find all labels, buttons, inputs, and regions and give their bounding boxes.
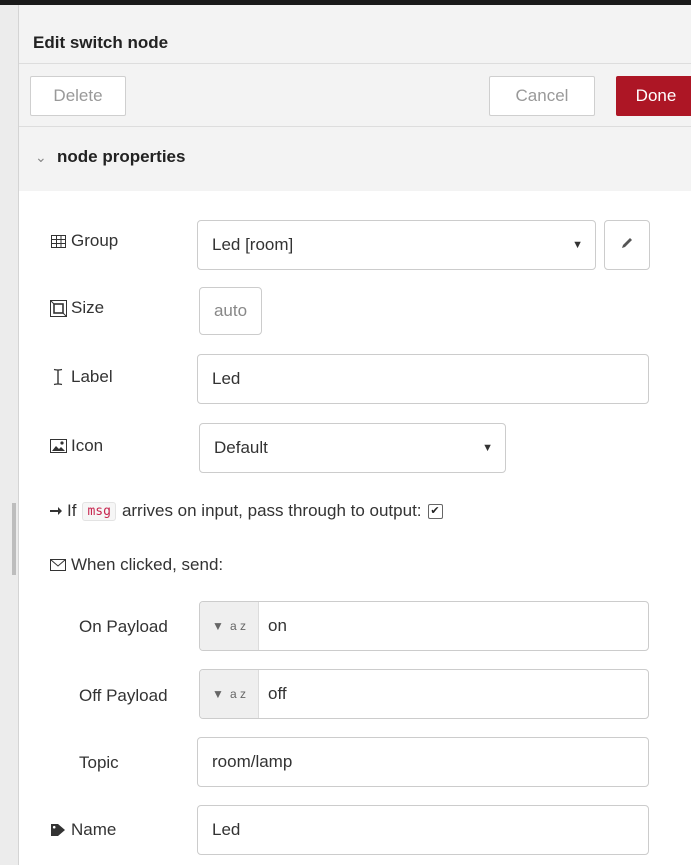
cancel-button[interactable]: Cancel — [489, 76, 595, 116]
edit-panel: Edit switch node Delete Cancel Done ⌄ no… — [19, 5, 691, 865]
arrow-right-icon — [49, 502, 63, 520]
caret-down-icon: ▼ — [212, 687, 224, 701]
edit-group-button[interactable] — [604, 220, 650, 270]
node-properties-section-header[interactable]: ⌄ node properties — [19, 127, 691, 191]
image-icon — [49, 437, 67, 455]
name-value: Led — [212, 820, 241, 839]
size-label: Size — [71, 298, 105, 317]
icon-select[interactable]: Default ▼ — [199, 423, 506, 473]
size-value: auto — [213, 301, 248, 320]
dropdown-caret-icon: ▼ — [572, 239, 583, 251]
delete-button[interactable]: Delete — [30, 76, 126, 116]
off-payload-label: Off Payload — [79, 686, 168, 705]
on-payload-input[interactable]: ▼ a z on — [199, 601, 649, 651]
on-payload-type-select[interactable]: ▼ a z — [200, 602, 259, 650]
off-payload-input[interactable]: ▼ a z off — [199, 669, 649, 719]
name-row-label: Name — [49, 820, 116, 840]
topic-value: room/lamp — [212, 752, 293, 771]
size-button[interactable]: auto — [199, 287, 262, 335]
splitter-grip[interactable] — [12, 503, 16, 575]
group-row-label: Group — [49, 231, 118, 251]
icon-value: Default — [214, 438, 268, 457]
passthrough-suffix: arrives on input, pass through to output… — [121, 501, 422, 520]
label-row-label: Label — [49, 367, 113, 387]
name-label: Name — [71, 820, 117, 839]
icon-row-label: Icon — [49, 436, 103, 456]
section-title: node properties — [57, 147, 186, 166]
panel-toolbar: Delete Cancel Done — [19, 64, 691, 127]
passthrough-prefix: If — [67, 501, 77, 520]
label-input[interactable]: Led — [197, 354, 649, 404]
passthrough-checkbox[interactable]: ✔ — [427, 503, 443, 519]
topic-label: Topic — [79, 753, 119, 772]
on-payload-value: on — [268, 616, 287, 635]
topic-input[interactable]: room/lamp — [197, 737, 649, 787]
label-input-value: Led — [212, 369, 241, 388]
size-frame-icon — [49, 299, 67, 317]
group-value: Led [room] — [212, 235, 294, 254]
off-payload-type-select[interactable]: ▼ a z — [200, 670, 259, 718]
icon-label: Icon — [71, 436, 104, 455]
string-type-icon: a z — [229, 619, 246, 633]
tag-icon — [49, 821, 67, 839]
when-clicked-label: When clicked, send: — [71, 555, 224, 574]
chevron-down-icon: ⌄ — [35, 149, 47, 165]
label-label: Label — [71, 367, 113, 386]
off-payload-value: off — [268, 684, 287, 703]
pencil-icon — [620, 235, 634, 255]
text-cursor-icon — [49, 368, 67, 386]
msg-code: msg — [82, 501, 116, 521]
panel-title: Edit switch node — [33, 33, 169, 52]
string-type-icon: a z — [229, 687, 246, 701]
left-splitter[interactable] — [0, 5, 19, 865]
name-input[interactable]: Led — [197, 805, 649, 855]
group-label: Group — [71, 231, 119, 250]
when-clicked-row: When clicked, send: — [49, 555, 223, 575]
table-icon — [49, 232, 67, 250]
group-select[interactable]: Led [room] ▼ — [197, 220, 596, 270]
panel-header: Edit switch node — [19, 5, 691, 64]
dropdown-caret-icon: ▼ — [482, 442, 493, 454]
envelope-icon — [49, 556, 67, 574]
on-payload-label: On Payload — [79, 617, 168, 636]
caret-down-icon: ▼ — [212, 619, 224, 633]
size-row-label: Size — [49, 298, 104, 318]
done-button[interactable]: Done — [616, 76, 691, 116]
passthrough-row: If msg arrives on input, pass through to… — [49, 501, 443, 521]
